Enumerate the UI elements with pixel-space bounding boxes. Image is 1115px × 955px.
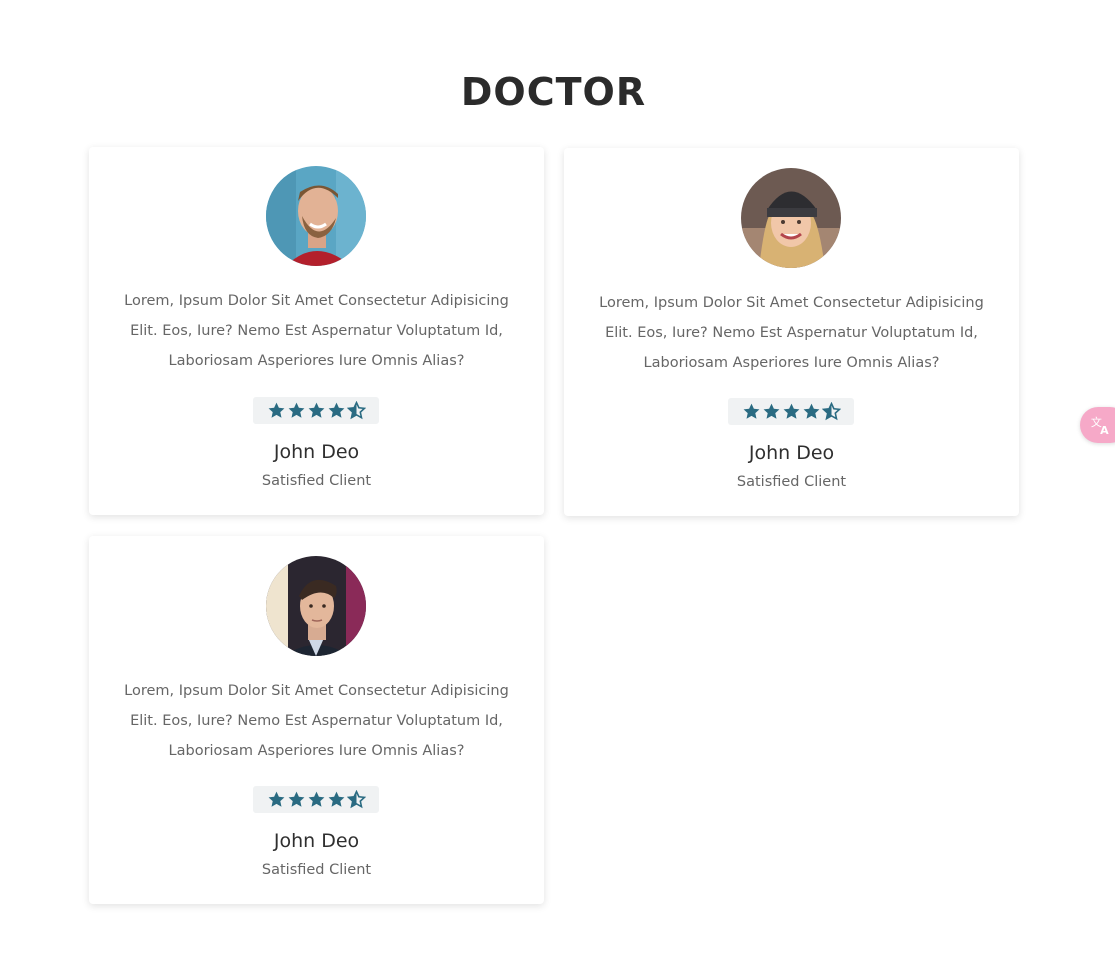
star-rating — [253, 397, 379, 424]
star-icon — [763, 403, 779, 419]
page-title: DOCTOR — [460, 70, 647, 114]
star-icon — [268, 791, 284, 807]
star-icon — [288, 402, 304, 418]
star-half-icon — [346, 401, 366, 420]
star-rating — [253, 786, 379, 813]
svg-text:A: A — [1100, 424, 1109, 436]
client-name: John Deo — [748, 442, 835, 464]
translate-button[interactable]: 文 A — [1080, 407, 1115, 443]
testimonial-quote: Lorem, Ipsum Dolor Sit Amet Consectetur … — [124, 293, 509, 369]
star-rating — [728, 398, 854, 425]
star-icon — [783, 403, 799, 419]
star-icon — [268, 402, 284, 418]
star-icon — [328, 402, 344, 418]
client-role: Satisfied Client — [261, 862, 372, 878]
client-name: John Deo — [273, 830, 360, 852]
man-portrait-avatar — [266, 556, 366, 656]
star-icon — [803, 403, 819, 419]
star-icon — [288, 791, 304, 807]
client-role: Satisfied Client — [261, 473, 372, 489]
testimonial-quote: Lorem, Ipsum Dolor Sit Amet Consectetur … — [599, 295, 984, 371]
star-icon — [328, 791, 344, 807]
woman-with-beanie-avatar — [741, 168, 841, 268]
star-icon — [308, 791, 324, 807]
testimonial-card: Lorem, Ipsum Dolor Sit Amet Consectetur … — [89, 536, 544, 904]
star-half-icon — [821, 402, 841, 421]
star-half-icon — [346, 790, 366, 809]
translate-icon: 文 A — [1091, 415, 1109, 436]
testimonial-card: Lorem, Ipsum Dolor Sit Amet Consectetur … — [89, 147, 544, 515]
testimonial-card: Lorem, Ipsum Dolor Sit Amet Consectetur … — [564, 148, 1019, 516]
star-icon — [743, 403, 759, 419]
client-role: Satisfied Client — [736, 474, 847, 490]
client-name: John Deo — [273, 441, 360, 463]
man-with-beard-avatar — [266, 166, 366, 266]
testimonial-quote: Lorem, Ipsum Dolor Sit Amet Consectetur … — [124, 683, 509, 759]
star-icon — [308, 402, 324, 418]
